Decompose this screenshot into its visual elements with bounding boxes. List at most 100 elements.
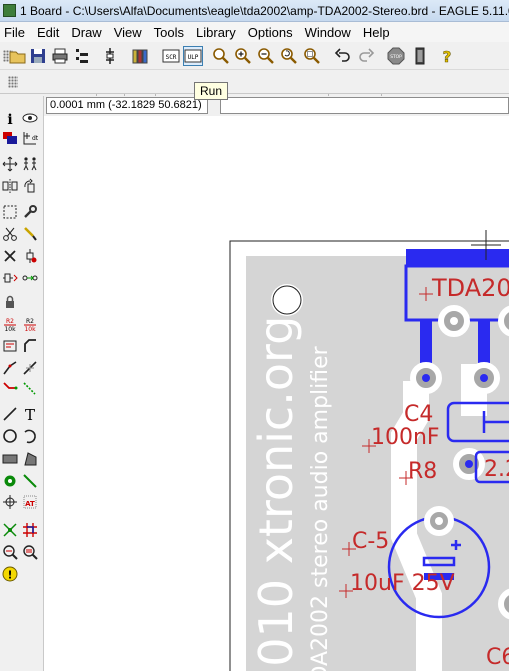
autorouter-grid-icon — [23, 523, 37, 537]
via-tool[interactable] — [0, 471, 20, 491]
svg-text:10k: 10k — [4, 326, 16, 332]
svg-text:R2: R2 — [26, 318, 34, 325]
stop-button[interactable]: STOP — [386, 46, 406, 66]
help-button[interactable]: ? — [437, 46, 457, 66]
save-button[interactable] — [28, 46, 48, 66]
name-tool[interactable]: R2 10k — [0, 314, 20, 334]
via-icon — [4, 475, 16, 487]
arc-tool[interactable] — [20, 426, 40, 446]
copy-figures-icon — [23, 157, 37, 171]
text-tool[interactable]: T — [20, 404, 40, 424]
optimize-tool[interactable] — [20, 358, 40, 378]
open-button[interactable] — [8, 46, 28, 66]
undo-button[interactable] — [333, 46, 353, 66]
ratsnest-icon — [3, 523, 17, 537]
info-tool[interactable]: i — [0, 108, 20, 128]
display-tool[interactable] — [0, 128, 20, 148]
menu-file[interactable]: File — [0, 25, 33, 40]
circle-tool[interactable] — [0, 426, 20, 446]
hole-tool[interactable] — [0, 492, 20, 512]
zoom-select-button[interactable] — [302, 46, 322, 66]
ratsnest-tool[interactable] — [0, 520, 20, 540]
auto-tool[interactable] — [20, 520, 40, 540]
wire-tool[interactable] — [0, 404, 20, 424]
pad — [498, 305, 509, 337]
menu-help[interactable]: Help — [359, 25, 398, 40]
mirror-tool[interactable] — [0, 176, 20, 196]
errors-tool[interactable]: ! — [0, 564, 20, 584]
polygon-tool[interactable] — [20, 449, 40, 469]
command-line-input[interactable] — [220, 97, 509, 114]
redraw-button[interactable] — [279, 46, 299, 66]
c5-value-label: 10uF 25V — [350, 571, 455, 596]
miter-tool[interactable] — [20, 336, 40, 356]
svg-text:SCR: SCR — [166, 54, 177, 61]
pinswap-tool[interactable] — [20, 268, 40, 288]
menu-library[interactable]: Library — [192, 25, 244, 40]
ic-name-label: TDA2002 — [431, 274, 509, 302]
signal-line-icon — [23, 474, 37, 488]
zoom-fit-button[interactable] — [211, 46, 231, 66]
rect-tool[interactable] — [0, 449, 20, 469]
menu-edit[interactable]: Edit — [33, 25, 67, 40]
zoom-in-button[interactable] — [233, 46, 253, 66]
group-tool[interactable] — [0, 202, 20, 222]
board-canvas[interactable]: 2010 xtronic.org TDA2002 stereo audio am… — [44, 116, 509, 671]
print-button[interactable] — [50, 46, 70, 66]
delete-tool[interactable] — [0, 246, 20, 266]
menu-options[interactable]: Options — [244, 25, 301, 40]
group-dashed-rect-icon — [3, 205, 17, 219]
paste-tool[interactable] — [20, 224, 40, 244]
rotate-tool[interactable] — [20, 176, 40, 196]
menu-draw[interactable]: Draw — [67, 25, 109, 40]
ripup-icon — [23, 382, 36, 395]
replace-tool[interactable] — [0, 268, 20, 288]
save-disk-icon — [31, 49, 45, 63]
copy-tool[interactable] — [20, 154, 40, 174]
show-tool[interactable] — [20, 108, 40, 128]
rotate-icon — [24, 178, 35, 193]
mark-icon: dt — [23, 132, 38, 145]
help-question-icon: ? — [442, 48, 451, 65]
redo-button[interactable] — [356, 46, 376, 66]
smash-tool[interactable] — [0, 336, 20, 356]
svg-text:STOP: STOP — [390, 54, 402, 60]
cam-processor-button[interactable] — [72, 46, 92, 66]
add-tool[interactable] — [20, 246, 40, 266]
cut-tool[interactable] — [0, 224, 20, 244]
go-button[interactable] — [410, 46, 430, 66]
menu-window[interactable]: Window — [301, 25, 359, 40]
lock-tool[interactable] — [0, 292, 20, 312]
menu-bar: File Edit Draw View Tools Library Option… — [0, 22, 509, 42]
move-tool[interactable] — [0, 154, 20, 174]
menu-view[interactable]: View — [110, 25, 150, 40]
schematic-switch-button[interactable] — [100, 46, 120, 66]
coordinate-display: 0.0001 mm (-32.1829 50.6821) — [46, 97, 208, 114]
change-tool[interactable] — [20, 202, 40, 222]
script-button[interactable]: SCR — [161, 46, 181, 66]
pad-drill — [480, 374, 488, 382]
zoom-out-button[interactable] — [256, 46, 276, 66]
split-tool[interactable] — [0, 358, 20, 378]
svg-text:10k: 10k — [24, 326, 36, 332]
route-tool[interactable] — [0, 378, 20, 398]
menu-tools[interactable]: Tools — [150, 25, 192, 40]
ripup-tool[interactable] — [20, 378, 40, 398]
stop-sign-icon: STOP — [387, 47, 405, 65]
mark-tool[interactable]: dt — [20, 128, 40, 148]
svg-text:T: T — [25, 406, 35, 422]
value-tool[interactable]: R2 10k — [20, 314, 40, 334]
hole-crosshair-icon — [3, 495, 17, 509]
eye-icon — [22, 113, 38, 123]
toolbar-grip[interactable] — [8, 76, 18, 88]
drc-tool[interactable] — [20, 542, 40, 562]
name-label-icon: R210k — [4, 318, 16, 332]
run-ulp-button[interactable]: ULP — [183, 46, 203, 66]
svg-text:ULP: ULP — [188, 54, 199, 61]
signal-tool[interactable] — [20, 471, 40, 491]
erc-tool[interactable] — [0, 542, 20, 562]
pad — [498, 588, 509, 620]
use-library-button[interactable] — [130, 46, 150, 66]
c4-value-label: 100nF — [371, 425, 440, 450]
attribute-tool[interactable]: AT — [20, 492, 40, 512]
